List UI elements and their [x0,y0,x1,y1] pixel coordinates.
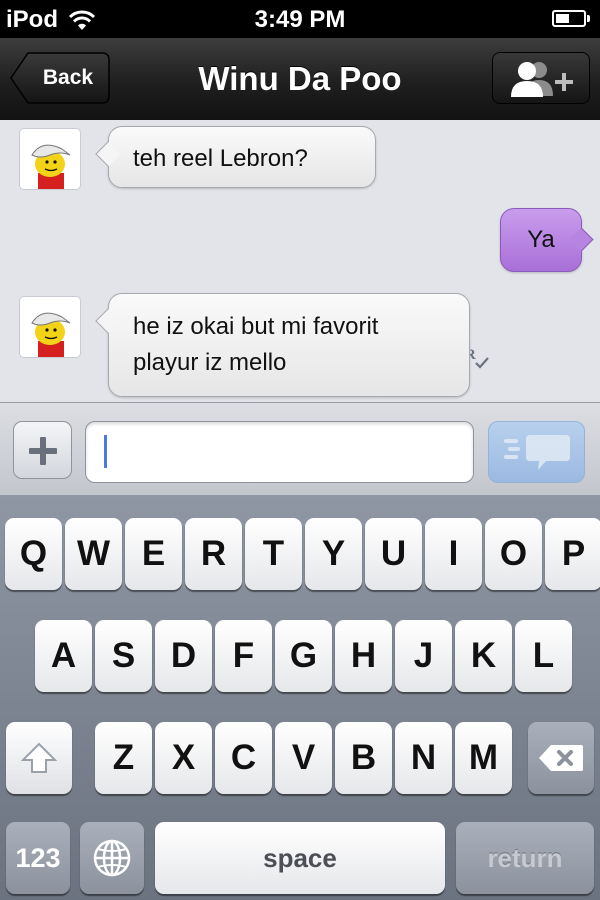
key-v[interactable]: V [275,722,332,794]
shift-arrow-icon [21,742,57,773]
delete-key[interactable] [528,722,594,794]
contact-avatar[interactable] [19,296,81,358]
clock: 3:49 PM [254,6,346,33]
key-i[interactable]: I [425,518,482,590]
add-contact-button[interactable] [492,52,590,104]
globe-key[interactable] [80,822,144,894]
message-bubble-incoming[interactable]: teh reel Lebron? [108,126,376,188]
key-r[interactable]: R [185,518,242,590]
send-button[interactable] [488,421,585,483]
message-input[interactable] [85,421,474,483]
back-button[interactable]: Back [10,52,110,104]
avatar-icon [31,312,71,357]
key-t[interactable]: T [245,518,302,590]
key-y[interactable]: Y [305,518,362,590]
conversation-title: Winu Da Poo [198,60,402,97]
message-text: teh reel Lebron? [133,145,308,172]
key-p[interactable]: P [545,518,600,590]
key-z[interactable]: Z [95,722,152,794]
key-w[interactable]: W [65,518,122,590]
key-a[interactable]: A [35,620,92,692]
key-x[interactable]: X [155,722,212,794]
battery-fill [556,14,569,23]
key-u[interactable]: U [365,518,422,590]
avatar-icon [31,144,71,189]
attach-button[interactable] [13,421,72,479]
read-check-icon [475,357,489,369]
return-key[interactable]: return [456,822,594,894]
contact-avatar[interactable] [19,128,81,190]
key-d[interactable]: D [155,620,212,692]
key-n[interactable]: N [395,722,452,794]
nav-bar: Back Winu Da Poo [0,38,600,121]
plus-icon [29,437,57,465]
shift-key[interactable] [6,722,72,794]
globe-icon [93,839,131,877]
key-o[interactable]: O [485,518,542,590]
add-person-icon [511,62,573,97]
back-button-label: Back [42,66,94,89]
send-icon [504,435,570,470]
message-bubble-outgoing[interactable]: Ya [500,208,582,272]
composer-bar [0,402,600,496]
space-key[interactable]: space [155,822,445,894]
key-g[interactable]: G [275,620,332,692]
key-l[interactable]: L [515,620,572,692]
chat-area[interactable]: teh reel Lebron? R Ya he iz okai but mi … [0,120,600,402]
key-k[interactable]: K [455,620,512,692]
keyboard: QWERTYUIOP ASDFGHJKL ZXCVBNM 123 space r… [0,495,600,900]
key-m[interactable]: M [455,722,512,794]
key-s[interactable]: S [95,620,152,692]
message-text-line: he iz okai but mi favorit [133,313,379,340]
key-q[interactable]: Q [5,518,62,590]
key-j[interactable]: J [395,620,452,692]
key-h[interactable]: H [335,620,392,692]
text-cursor [104,435,107,468]
numbers-key[interactable]: 123 [6,822,70,894]
message-bubble-incoming[interactable]: he iz okai but mi favorit playur iz mell… [108,293,470,397]
key-b[interactable]: B [335,722,392,794]
backspace-icon [539,745,583,771]
message-text: Ya [527,226,555,253]
battery-icon [552,10,590,27]
status-bar: iPod 3:49 PM [0,0,600,38]
message-text-line: playur iz mello [133,349,287,376]
key-e[interactable]: E [125,518,182,590]
key-c[interactable]: C [215,722,272,794]
key-f[interactable]: F [215,620,272,692]
